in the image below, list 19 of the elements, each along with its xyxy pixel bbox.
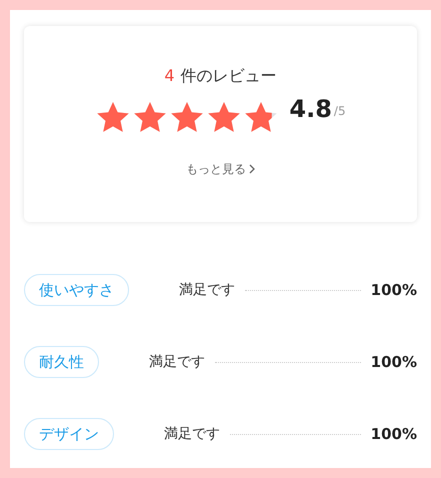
aspect-percent: 100% bbox=[370, 424, 417, 445]
aspect-percent: 100% bbox=[370, 352, 417, 373]
aspect-tag: 耐久性 bbox=[24, 346, 99, 378]
star-icon bbox=[95, 100, 132, 134]
star-icon bbox=[206, 100, 242, 134]
star-icon bbox=[243, 100, 280, 134]
see-more-link[interactable]: もっと見る bbox=[186, 160, 255, 178]
rating-max: /5 bbox=[334, 103, 346, 120]
aspect-tag: 使いやすさ bbox=[24, 274, 129, 306]
aspect-label: 満足です bbox=[149, 352, 205, 372]
aspect-percent: 100% bbox=[370, 280, 417, 301]
aspect-label: 満足です bbox=[179, 280, 235, 300]
review-count-heading: 4 件のレビュー bbox=[164, 65, 277, 87]
star-icon bbox=[169, 100, 206, 134]
chevron-right-icon bbox=[249, 164, 255, 174]
star-icon bbox=[132, 100, 168, 134]
rating-score: 4.8 bbox=[289, 97, 332, 121]
aspect-tag: デザイン bbox=[24, 418, 114, 450]
aspect-label: 満足です bbox=[164, 424, 220, 444]
